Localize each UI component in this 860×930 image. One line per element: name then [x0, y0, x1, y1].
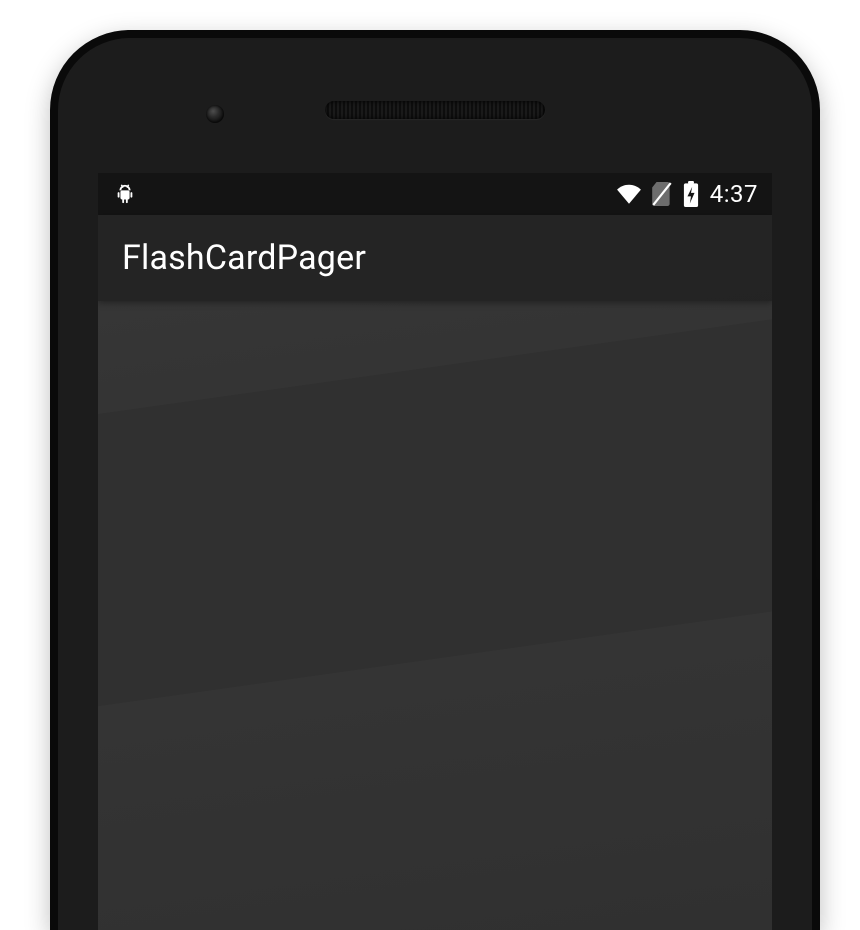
- phone-frame: 4:37 FlashCardPager: [50, 30, 820, 930]
- app-title: FlashCardPager: [122, 238, 366, 278]
- power-button: [816, 500, 820, 580]
- android-debug-icon: [114, 183, 136, 205]
- battery-charging-icon: [682, 181, 700, 207]
- status-bar[interactable]: 4:37: [98, 173, 772, 215]
- app-bar: FlashCardPager: [98, 215, 772, 301]
- front-camera: [206, 105, 224, 123]
- phone-bezel: 4:37 FlashCardPager: [58, 38, 812, 930]
- wifi-icon: [616, 183, 642, 205]
- device-screen: 4:37 FlashCardPager: [98, 173, 772, 930]
- no-sim-icon: [652, 182, 672, 206]
- earpiece-speaker: [325, 101, 545, 119]
- status-clock: 4:37: [710, 180, 758, 208]
